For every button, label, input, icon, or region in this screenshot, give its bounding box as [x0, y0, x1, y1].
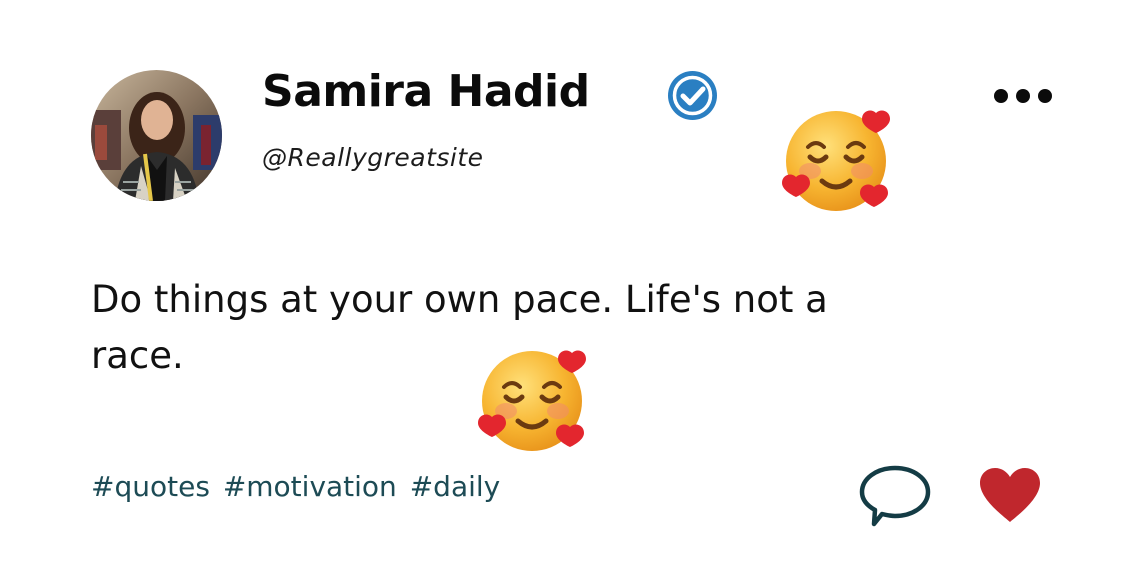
verified-badge-icon: [666, 69, 719, 122]
more-options-icon[interactable]: [989, 82, 1057, 110]
smiling-face-with-hearts-emoji: [778, 105, 896, 217]
heart-icon[interactable]: [978, 466, 1042, 524]
comment-icon[interactable]: [858, 462, 932, 528]
post-card: Samira Hadid @Reallygreatsite Do things …: [0, 0, 1137, 580]
hashtag-daily[interactable]: #daily: [410, 470, 501, 503]
hashtag-list: #quotes #motivation #daily: [91, 470, 504, 504]
avatar[interactable]: [91, 70, 222, 201]
hashtag-motivation[interactable]: #motivation: [223, 470, 397, 503]
hashtag-quotes[interactable]: #quotes: [91, 470, 210, 503]
smiling-face-with-hearts-emoji: [474, 345, 592, 457]
author-name[interactable]: Samira Hadid: [262, 66, 590, 119]
author-handle[interactable]: @Reallygreatsite: [262, 143, 484, 173]
